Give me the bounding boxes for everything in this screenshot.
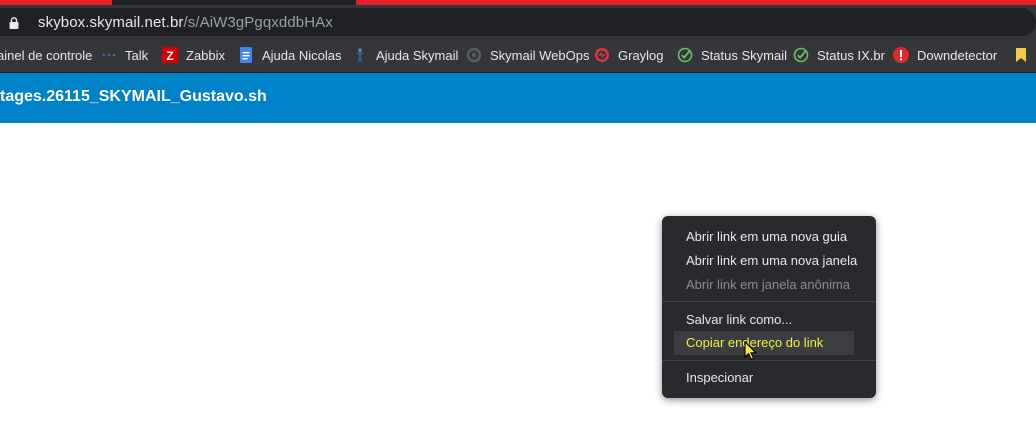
menu-item-label: Salvar link como... — [686, 312, 793, 327]
check-circle-icon — [793, 47, 809, 63]
mouse-cursor-icon — [744, 341, 757, 360]
menu-separator — [662, 301, 876, 302]
bookmark-status-skymail[interactable]: Status Skymail — [677, 38, 787, 72]
bookmark-zabbix[interactable]: Z Zabbix — [162, 38, 225, 72]
url-path: /s/AiW3gPgqxddbHAx — [183, 14, 333, 31]
menu-item-label: Abrir link em uma nova guia — [686, 229, 848, 244]
bookmark-label: Ajuda Skymail — [376, 47, 459, 63]
bookmark-graylog[interactable]: Graylog — [594, 38, 664, 72]
menu-item-label: Abrir link em janela anônima — [686, 277, 851, 292]
menu-item-save-link[interactable]: Salvar link como... — [662, 308, 876, 332]
menu-item-label: Inspecionar — [686, 370, 754, 385]
lock-icon[interactable] — [9, 17, 19, 29]
bookmark-label: Skymail WebOps — [490, 47, 590, 63]
menu-item-open-new-tab[interactable]: Abrir link em uma nova guia — [662, 225, 876, 249]
bookmark-label: ainel de controle — [0, 47, 93, 63]
bookmark-label: Downdetector — [917, 47, 998, 63]
bookmark-label: Ajuda Nicolas — [262, 47, 342, 63]
menu-item-open-incognito: Abrir link em janela anônima — [662, 273, 876, 297]
bookmark-icon — [1013, 47, 1029, 63]
file-name: tages.26115_SKYMAIL_Gustavo.sh — [0, 88, 267, 105]
talk-icon — [101, 47, 117, 63]
url-text[interactable]: skybox.skymail.net.br/s/AiW3gPgqxddbHAx — [38, 14, 333, 31]
bookmark-webops[interactable]: Skymail WebOps — [466, 38, 589, 72]
bookmark-downdetector[interactable]: Downdetector — [893, 38, 997, 72]
bookmark-label: Graylog — [618, 47, 664, 63]
menu-separator — [662, 360, 876, 361]
bookmark-label: Talk — [125, 47, 149, 63]
bookmarks-bar: ainel de controle Talk Z Zabbix Ajuda Ni… — [0, 38, 1036, 73]
menu-item-label: Abrir link em uma nova janela — [686, 253, 858, 268]
alert-icon — [893, 47, 909, 63]
address-bar[interactable]: skybox.skymail.net.br/s/AiW3gPgqxddbHAx — [0, 8, 1036, 36]
menu-item-inspect[interactable]: Inspecionar — [662, 366, 876, 390]
document-icon — [238, 47, 254, 63]
bookmark-label: Status IX.br — [817, 47, 885, 63]
graylog-icon — [594, 47, 610, 63]
skymail-icon — [352, 47, 368, 63]
context-menu: Abrir link em uma nova guia Abrir link e… — [662, 216, 876, 398]
zabbix-icon: Z — [162, 47, 178, 63]
menu-item-copy-link[interactable]: Copiar endereço do link — [674, 331, 854, 355]
menu-item-open-new-window[interactable]: Abrir link em uma nova janela — [662, 249, 876, 273]
svg-text:Z: Z — [166, 49, 173, 63]
bookmark-ajuda-skymail[interactable]: Ajuda Skymail — [352, 38, 458, 72]
url-host: skybox.skymail.net.br — [38, 14, 184, 31]
bookmark-label: Zabbix — [186, 47, 226, 63]
bookmark-status-ixbr[interactable]: Status IX.br — [793, 38, 885, 72]
bookmark-talk[interactable]: Talk — [101, 38, 148, 72]
bookmark-overflow[interactable]: F — [1013, 38, 1036, 72]
bookmark-painel[interactable]: ainel de controle — [0, 38, 92, 72]
bookmark-label: Status Skymail — [701, 47, 787, 63]
check-circle-icon — [677, 47, 693, 63]
webops-icon — [466, 47, 482, 63]
toolbar: skybox.skymail.net.br/s/AiW3gPgqxddbHAx — [0, 5, 1036, 38]
app-header: tages.26115_SKYMAIL_Gustavo.sh — [0, 73, 1036, 123]
bookmark-ajuda-nicolas[interactable]: Ajuda Nicolas — [238, 38, 342, 72]
